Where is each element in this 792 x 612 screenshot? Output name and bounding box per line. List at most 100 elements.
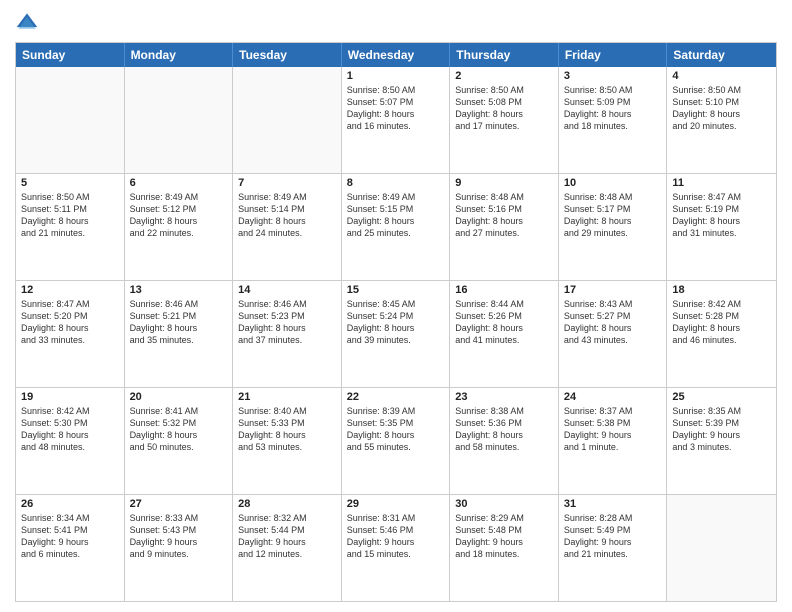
calendar-cell-empty xyxy=(125,67,234,173)
calendar-cell-21: 21 Sunrise: 8:40 AM Sunset: 5:33 PM Dayli… xyxy=(233,388,342,494)
cell-data: Sunrise: 8:37 AM Sunset: 5:38 PM Dayligh… xyxy=(564,405,662,454)
calendar-cell-17: 17Sunrise: 8:43 AM Sunset: 5:27 PM Dayli… xyxy=(559,281,668,387)
day-number: 31 xyxy=(564,498,662,510)
day-number: 26 xyxy=(21,498,119,510)
header-day-thursday: Thursday xyxy=(450,43,559,67)
calendar-cell-6: 6Sunrise: 8:49 AM Sunset: 5:12 PM Daylig… xyxy=(125,174,234,280)
day-number: 20 xyxy=(130,391,228,403)
calendar-cell-30: 30Sunrise: 8:29 AM Sunset: 5:48 PM Dayli… xyxy=(450,495,559,601)
calendar-cell-10: 10 Sunrise: 8:48 AM Sunset: 5:17 PM Dayli… xyxy=(559,174,668,280)
page: SundayMondayTuesdayWednesdayThursdayFrid… xyxy=(0,0,792,612)
calendar-cell-25: 25Sunrise: 8:35 AM Sunset: 5:39 PM Dayli… xyxy=(667,388,776,494)
day-number: 11 xyxy=(672,177,771,189)
calendar-row-1: 5 Sunrise: 8:50 AM Sunset: 5:11 PM Daylig… xyxy=(16,173,776,280)
cell-data: Sunrise: 8:44 AM Sunset: 5:26 PM Dayligh… xyxy=(455,298,553,347)
day-number: 23 xyxy=(455,391,553,403)
cell-data: Sunrise: 8:42 AM Sunset: 5:28 PM Dayligh… xyxy=(672,298,771,347)
cell-data: Sunrise: 8:48 AM Sunset: 5:16 PM Dayligh… xyxy=(455,191,553,240)
calendar: SundayMondayTuesdayWednesdayThursdayFrid… xyxy=(15,42,777,602)
cell-data: Sunrise: 8:50 AM Sunset: 5:09 PM Dayligh… xyxy=(564,84,662,133)
calendar-cell-27: 27Sunrise: 8:33 AM Sunset: 5:43 PM Dayli… xyxy=(125,495,234,601)
cell-data: Sunrise: 8:34 AM Sunset: 5:41 PM Dayligh… xyxy=(21,512,119,561)
calendar-cell-4: 4Sunrise: 8:50 AM Sunset: 5:10 PM Daylig… xyxy=(667,67,776,173)
calendar-row-0: 1 Sunrise: 8:50 AM Sunset: 5:07 PM Daylig… xyxy=(16,67,776,173)
day-number: 4 xyxy=(672,70,771,82)
day-number: 2 xyxy=(455,70,553,82)
calendar-row-3: 19 Sunrise: 8:42 AM Sunset: 5:30 PM Dayli… xyxy=(16,387,776,494)
calendar-cell-9: 9 Sunrise: 8:48 AM Sunset: 5:16 PM Daylig… xyxy=(450,174,559,280)
day-number: 19 xyxy=(21,391,119,403)
calendar-cell-13: 13Sunrise: 8:46 AM Sunset: 5:21 PM Dayli… xyxy=(125,281,234,387)
cell-data: Sunrise: 8:50 AM Sunset: 5:07 PM Dayligh… xyxy=(347,84,445,133)
cell-data: Sunrise: 8:35 AM Sunset: 5:39 PM Dayligh… xyxy=(672,405,771,454)
day-number: 24 xyxy=(564,391,662,403)
header-day-saturday: Saturday xyxy=(667,43,776,67)
day-number: 15 xyxy=(347,284,445,296)
calendar-cell-empty xyxy=(667,495,776,601)
calendar-cell-empty xyxy=(233,67,342,173)
header-day-friday: Friday xyxy=(559,43,668,67)
calendar-cell-11: 11Sunrise: 8:47 AM Sunset: 5:19 PM Dayli… xyxy=(667,174,776,280)
calendar-cell-31: 31 Sunrise: 8:28 AM Sunset: 5:49 PM Dayli… xyxy=(559,495,668,601)
day-number: 27 xyxy=(130,498,228,510)
calendar-cell-16: 16 Sunrise: 8:44 AM Sunset: 5:26 PM Dayli… xyxy=(450,281,559,387)
cell-data: Sunrise: 8:49 AM Sunset: 5:15 PM Dayligh… xyxy=(347,191,445,240)
calendar-body: 1 Sunrise: 8:50 AM Sunset: 5:07 PM Daylig… xyxy=(16,67,776,601)
calendar-cell-empty xyxy=(16,67,125,173)
day-number: 22 xyxy=(347,391,445,403)
header-day-tuesday: Tuesday xyxy=(233,43,342,67)
day-number: 1 xyxy=(347,70,445,82)
cell-data: Sunrise: 8:32 AM Sunset: 5:44 PM Dayligh… xyxy=(238,512,336,561)
header-day-sunday: Sunday xyxy=(16,43,125,67)
cell-data: Sunrise: 8:42 AM Sunset: 5:30 PM Dayligh… xyxy=(21,405,119,454)
cell-data: Sunrise: 8:46 AM Sunset: 5:21 PM Dayligh… xyxy=(130,298,228,347)
calendar-cell-24: 24 Sunrise: 8:37 AM Sunset: 5:38 PM Dayli… xyxy=(559,388,668,494)
day-number: 9 xyxy=(455,177,553,189)
cell-data: Sunrise: 8:38 AM Sunset: 5:36 PM Dayligh… xyxy=(455,405,553,454)
calendar-cell-2: 2 Sunrise: 8:50 AM Sunset: 5:08 PM Daylig… xyxy=(450,67,559,173)
cell-data: Sunrise: 8:46 AM Sunset: 5:23 PM Dayligh… xyxy=(238,298,336,347)
day-number: 8 xyxy=(347,177,445,189)
day-number: 16 xyxy=(455,284,553,296)
calendar-cell-14: 14 Sunrise: 8:46 AM Sunset: 5:23 PM Dayli… xyxy=(233,281,342,387)
day-number: 3 xyxy=(564,70,662,82)
cell-data: Sunrise: 8:49 AM Sunset: 5:12 PM Dayligh… xyxy=(130,191,228,240)
cell-data: Sunrise: 8:40 AM Sunset: 5:33 PM Dayligh… xyxy=(238,405,336,454)
day-number: 7 xyxy=(238,177,336,189)
calendar-cell-23: 23 Sunrise: 8:38 AM Sunset: 5:36 PM Dayli… xyxy=(450,388,559,494)
calendar-cell-1: 1 Sunrise: 8:50 AM Sunset: 5:07 PM Daylig… xyxy=(342,67,451,173)
logo xyxy=(15,10,43,34)
header-day-wednesday: Wednesday xyxy=(342,43,451,67)
cell-data: Sunrise: 8:28 AM Sunset: 5:49 PM Dayligh… xyxy=(564,512,662,561)
day-number: 14 xyxy=(238,284,336,296)
calendar-cell-20: 20 Sunrise: 8:41 AM Sunset: 5:32 PM Dayli… xyxy=(125,388,234,494)
day-number: 5 xyxy=(21,177,119,189)
calendar-cell-26: 26 Sunrise: 8:34 AM Sunset: 5:41 PM Dayli… xyxy=(16,495,125,601)
cell-data: Sunrise: 8:41 AM Sunset: 5:32 PM Dayligh… xyxy=(130,405,228,454)
calendar-cell-7: 7Sunrise: 8:49 AM Sunset: 5:14 PM Daylig… xyxy=(233,174,342,280)
day-number: 12 xyxy=(21,284,119,296)
calendar-cell-22: 22 Sunrise: 8:39 AM Sunset: 5:35 PM Dayli… xyxy=(342,388,451,494)
day-number: 10 xyxy=(564,177,662,189)
cell-data: Sunrise: 8:50 AM Sunset: 5:08 PM Dayligh… xyxy=(455,84,553,133)
cell-data: Sunrise: 8:48 AM Sunset: 5:17 PM Dayligh… xyxy=(564,191,662,240)
header-day-monday: Monday xyxy=(125,43,234,67)
calendar-cell-8: 8 Sunrise: 8:49 AM Sunset: 5:15 PM Daylig… xyxy=(342,174,451,280)
cell-data: Sunrise: 8:47 AM Sunset: 5:20 PM Dayligh… xyxy=(21,298,119,347)
calendar-header: SundayMondayTuesdayWednesdayThursdayFrid… xyxy=(16,43,776,67)
calendar-cell-15: 15 Sunrise: 8:45 AM Sunset: 5:24 PM Dayli… xyxy=(342,281,451,387)
day-number: 18 xyxy=(672,284,771,296)
day-number: 21 xyxy=(238,391,336,403)
cell-data: Sunrise: 8:50 AM Sunset: 5:11 PM Dayligh… xyxy=(21,191,119,240)
logo-icon xyxy=(15,10,39,34)
calendar-cell-12: 12 Sunrise: 8:47 AM Sunset: 5:20 PM Dayli… xyxy=(16,281,125,387)
cell-data: Sunrise: 8:39 AM Sunset: 5:35 PM Dayligh… xyxy=(347,405,445,454)
cell-data: Sunrise: 8:45 AM Sunset: 5:24 PM Dayligh… xyxy=(347,298,445,347)
day-number: 29 xyxy=(347,498,445,510)
day-number: 28 xyxy=(238,498,336,510)
calendar-row-4: 26 Sunrise: 8:34 AM Sunset: 5:41 PM Dayli… xyxy=(16,494,776,601)
cell-data: Sunrise: 8:29 AM Sunset: 5:48 PM Dayligh… xyxy=(455,512,553,561)
calendar-cell-19: 19 Sunrise: 8:42 AM Sunset: 5:30 PM Dayli… xyxy=(16,388,125,494)
calendar-row-2: 12 Sunrise: 8:47 AM Sunset: 5:20 PM Dayli… xyxy=(16,280,776,387)
calendar-cell-29: 29Sunrise: 8:31 AM Sunset: 5:46 PM Dayli… xyxy=(342,495,451,601)
